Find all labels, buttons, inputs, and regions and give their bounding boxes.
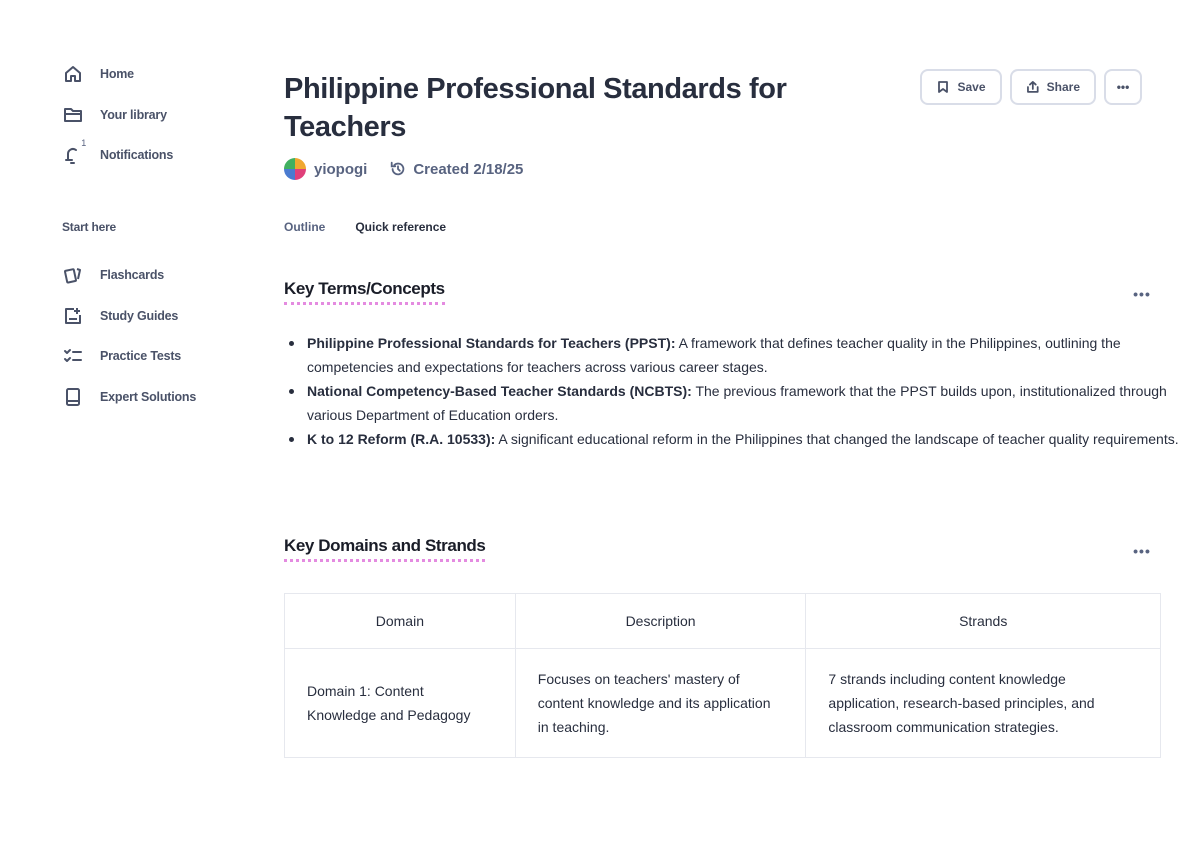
- flashcards-icon: [62, 264, 84, 286]
- column-header-strands: Strands: [805, 593, 1161, 649]
- notification-count: 1: [81, 138, 86, 148]
- header-actions: Save Share •••: [920, 69, 1142, 105]
- key-domains-more-button[interactable]: •••: [1128, 544, 1156, 561]
- bell-icon: 1: [62, 138, 86, 166]
- more-icon: •••: [1116, 80, 1130, 94]
- sidebar-item-label: Your library: [100, 108, 167, 122]
- sidebar-item-home[interactable]: Home: [62, 62, 134, 86]
- section-label-start-here: Start here: [62, 220, 117, 234]
- term-definition: A significant educational reform in the …: [495, 431, 1179, 447]
- key-terms-list: Philippine Professional Standards for Te…: [284, 331, 1187, 451]
- column-header-description: Description: [514, 593, 807, 649]
- home-icon: [62, 63, 84, 85]
- domains-table: Domain Description Strands Domain 1: Con…: [284, 593, 1161, 758]
- created-date: Created 2/18/25: [413, 160, 524, 178]
- author-name[interactable]: yiopogi: [314, 161, 367, 178]
- tab-outline[interactable]: Outline: [284, 220, 325, 234]
- sidebar-item-notifications[interactable]: 1 Notifications: [62, 138, 174, 167]
- table-cell: 7 strands including content knowledge ap…: [805, 648, 1161, 758]
- sidebar-item-your-library[interactable]: Your library: [62, 103, 167, 127]
- term-name: National Competency-Based Teacher Standa…: [307, 383, 692, 399]
- study-guide-icon: [62, 305, 84, 327]
- created-info: Created 2/18/25: [389, 160, 523, 178]
- sidebar-item-label: Home: [100, 67, 134, 81]
- list-item: National Competency-Based Teacher Standa…: [289, 379, 1187, 427]
- table-cell: Domain 1: Content Knowledge and Pedagogy: [284, 648, 516, 758]
- sidebar-item-practice-tests[interactable]: Practice Tests: [62, 344, 181, 368]
- term-name: K to 12 Reform (R.A. 10533):: [307, 431, 496, 447]
- sidebar-item-expert-solutions[interactable]: Expert Solutions: [62, 385, 196, 409]
- page-title: Philippine Professional Standards for Te…: [284, 73, 787, 143]
- share-label: Share: [1046, 80, 1080, 94]
- key-domains-heading[interactable]: Key Domains and Strands: [284, 536, 486, 562]
- folder-icon: [62, 104, 84, 126]
- bookmark-icon: [938, 81, 949, 93]
- share-button[interactable]: Share: [1010, 69, 1096, 105]
- save-label: Save: [957, 80, 986, 94]
- view-tabs: Outline Quick reference: [284, 220, 446, 234]
- history-icon: [391, 161, 405, 176]
- term-name: Philippine Professional Standards for Te…: [307, 335, 676, 351]
- column-header-domain: Domain: [284, 593, 516, 649]
- key-terms-more-button[interactable]: •••: [1128, 287, 1156, 304]
- sidebar-item-label: Notifications: [100, 148, 174, 162]
- more-options-button[interactable]: •••: [1104, 69, 1142, 105]
- tab-quick-reference[interactable]: Quick reference: [355, 220, 446, 234]
- key-terms-heading[interactable]: Key Terms/Concepts: [284, 279, 445, 305]
- list-item: Philippine Professional Standards for Te…: [289, 331, 1187, 379]
- table-header-row: Domain Description Strands: [284, 593, 1161, 649]
- sidebar-item-label: Expert Solutions: [100, 390, 197, 404]
- avatar[interactable]: [284, 158, 306, 180]
- sidebar-item-study-guides[interactable]: Study Guides: [62, 304, 178, 328]
- book-icon: [62, 386, 84, 408]
- sidebar: Home Your library 1 Notifications Start …: [0, 0, 240, 848]
- sidebar-item-label: Study Guides: [100, 309, 179, 323]
- set-meta: yiopogi Created 2/18/25: [284, 158, 523, 180]
- table-row: Domain 1: Content Knowledge and Pedagogy…: [284, 648, 1161, 758]
- save-button[interactable]: Save: [920, 69, 1002, 105]
- sidebar-item-label: Practice Tests: [100, 349, 182, 363]
- share-icon: [1027, 81, 1039, 93]
- checklist-icon: [62, 345, 84, 367]
- sidebar-item-flashcards[interactable]: Flashcards: [62, 263, 164, 287]
- table-cell: Focuses on teachers' mastery of content …: [514, 648, 807, 758]
- list-item: K to 12 Reform (R.A. 10533): A significa…: [289, 427, 1187, 451]
- sidebar-item-label: Flashcards: [100, 268, 165, 282]
